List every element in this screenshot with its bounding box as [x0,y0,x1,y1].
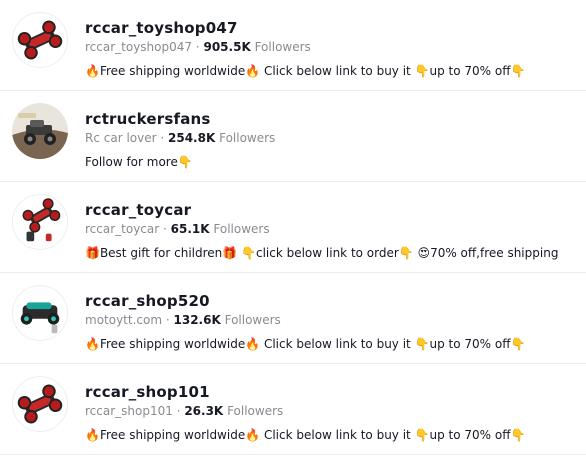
account-username[interactable]: rctruckersfans [85,109,578,129]
account-meta: rccar_toycar · 65.1K Followers [85,222,270,236]
account-row-rccar-shop101[interactable]: rccar_shop101 rccar_shop101 · 26.3K Foll… [0,364,586,455]
follower-count: 26.3K [184,404,224,418]
red-rc-stunt-car-icon[interactable] [12,376,68,432]
account-username[interactable]: rccar_toyshop047 [85,18,578,38]
red-rc-stunt-car-with-remote-icon[interactable] [12,194,68,250]
account-bio: 🔥Free shipping worldwide🔥 Click below li… [85,337,526,351]
account-bio: Follow for more👇 [85,155,193,169]
account-bio: 🎁Best gift for children🎁 👇click below li… [85,246,559,260]
follower-count: 65.1K [170,222,210,236]
account-row-rctruckersfans[interactable]: rctruckersfans Rc car lover · 254.8K Fol… [0,91,586,182]
account-nickname: Rc car lover [85,131,157,145]
red-rc-stunt-car-icon[interactable] [12,12,68,68]
rc-truck-photo-icon[interactable] [12,103,68,159]
account-row-rccar-toyshop047[interactable]: rccar_toyshop047 rccar_toyshop047 · 905.… [0,0,586,91]
account-meta: Rc car lover · 254.8K Followers [85,131,276,145]
account-row-rccar-shop520[interactable]: rccar_shop520 motoytt.com · 132.6K Follo… [0,273,586,364]
account-username[interactable]: rccar_toycar [85,200,578,220]
follower-count: 254.8K [168,131,216,145]
account-meta: motoytt.com · 132.6K Followers [85,313,281,327]
account-nickname: motoytt.com [85,313,163,327]
followers-label: Followers [227,404,284,418]
follower-count: 905.5K [203,40,251,54]
account-meta: rccar_shop101 · 26.3K Followers [85,404,284,418]
account-row-rccar-toycar[interactable]: rccar_toycar rccar_toycar · 65.1K Follow… [0,182,586,273]
account-results-list: rccar_toyshop047 rccar_toyshop047 · 905.… [0,0,586,455]
followers-label: Followers [224,313,281,327]
follower-count: 132.6K [173,313,221,327]
account-username[interactable]: rccar_shop520 [85,291,578,311]
followers-label: Followers [254,40,311,54]
account-bio: 🔥Free shipping worldwide🔥 Click below li… [85,64,526,78]
account-bio: 🔥Free shipping worldwide🔥 Click below li… [85,428,526,442]
account-meta: rccar_toyshop047 · 905.5K Followers [85,40,311,54]
account-nickname: rccar_toyshop047 [85,40,193,54]
followers-label: Followers [213,222,270,236]
account-nickname: rccar_toycar [85,222,160,236]
account-username[interactable]: rccar_shop101 [85,382,578,402]
account-nickname: rccar_shop101 [85,404,173,418]
teal-rc-car-icon[interactable] [12,285,68,341]
followers-label: Followers [219,131,276,145]
